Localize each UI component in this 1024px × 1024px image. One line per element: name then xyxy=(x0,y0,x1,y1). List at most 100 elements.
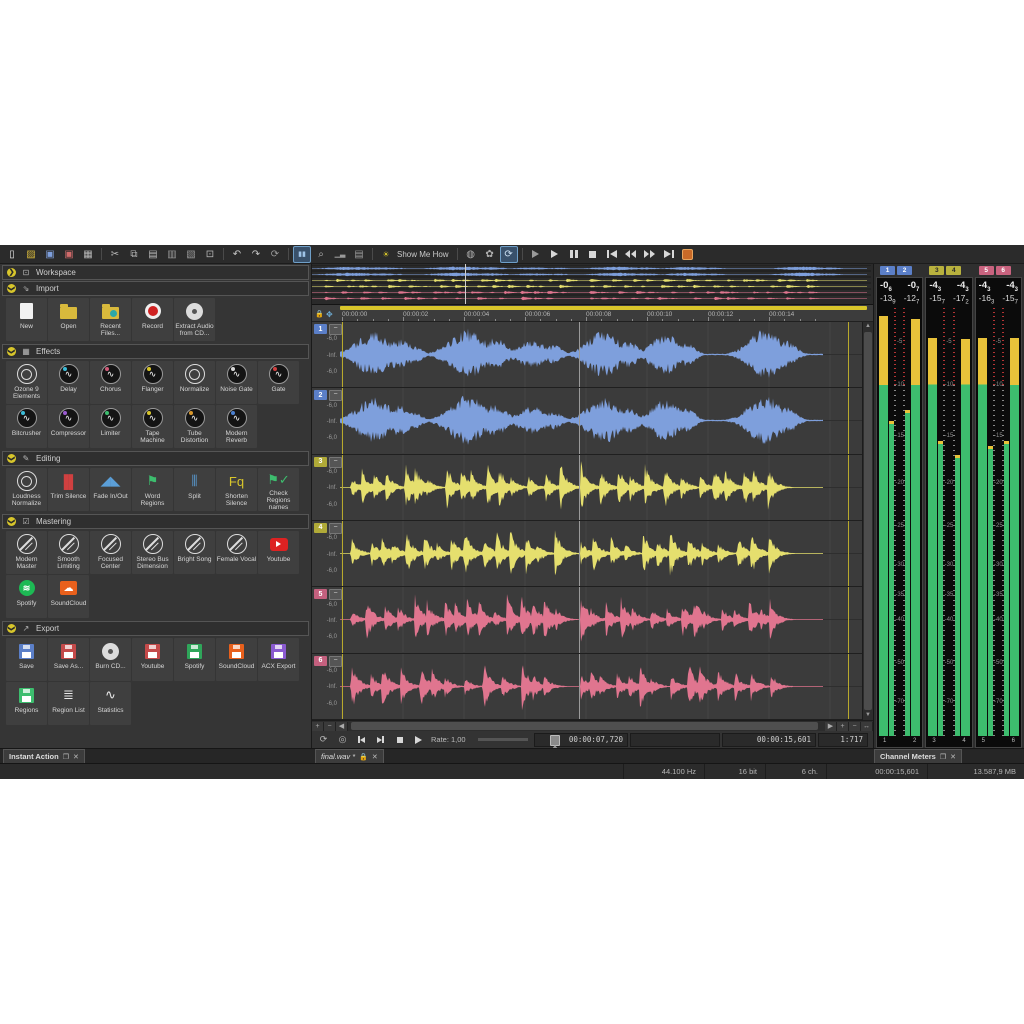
volume-levels-icon[interactable]: ▁▃ xyxy=(331,246,349,263)
action-tile-flanger[interactable]: ∿ Flanger xyxy=(132,361,173,404)
section-header-workspace[interactable]: ❯ ⊡ Workspace xyxy=(2,265,309,280)
zoom-in-2-icon[interactable]: + xyxy=(837,721,849,731)
track-collapse-icon[interactable]: − xyxy=(329,390,342,402)
overview-navigation-bar[interactable] xyxy=(312,264,873,305)
scroll-up-icon[interactable]: ▲ xyxy=(863,322,873,331)
action-tile-limiter[interactable]: ∿ Limiter xyxy=(90,405,131,448)
crop-icon[interactable]: ⊡ xyxy=(201,246,219,263)
chevron-right-icon[interactable]: ❯ xyxy=(7,268,16,277)
waveform[interactable] xyxy=(340,322,862,388)
settings-gear-icon[interactable]: ✿ xyxy=(481,246,499,263)
chevron-down-icon[interactable]: ❮ xyxy=(7,624,16,633)
record-icon[interactable]: ◎ xyxy=(336,734,349,745)
track-collapse-icon[interactable]: − xyxy=(329,522,342,534)
playhead-cursor[interactable] xyxy=(579,388,580,454)
stop-icon[interactable] xyxy=(393,736,406,743)
show-me-how-button[interactable]: Show Me How xyxy=(397,250,449,259)
pan-tool-icon[interactable]: ✥ xyxy=(326,310,333,319)
action-tile-check-regions-names[interactable]: ⚑✓ Check Regions names xyxy=(258,468,299,511)
action-tile-gate[interactable]: ∿ Gate xyxy=(258,361,299,404)
section-header-editing[interactable]: ❮ ✎ Editing xyxy=(2,451,309,466)
stop-icon[interactable] xyxy=(584,246,602,263)
track-collapse-icon[interactable]: − xyxy=(329,456,342,468)
zoom-in-icon[interactable]: + xyxy=(312,721,324,731)
loop-region-bar[interactable] xyxy=(340,306,867,310)
action-tile-chorus[interactable]: ∿ Chorus xyxy=(90,361,131,404)
action-tile-spotify[interactable]: Spotify xyxy=(174,638,215,681)
action-tile-delay[interactable]: ∿ Delay xyxy=(48,361,89,404)
action-tile-loudness-normalize[interactable]: Loudness Normalize xyxy=(6,468,47,511)
channel-tab-4[interactable]: 4 xyxy=(946,266,962,275)
close-icon[interactable]: ✕ xyxy=(950,753,956,761)
cut-icon[interactable]: ✂ xyxy=(106,246,124,263)
audio-track-1[interactable]: -6,0 -Inf. -6,0 1− xyxy=(312,322,862,389)
action-tile-open[interactable]: Open xyxy=(48,298,89,341)
waveform[interactable] xyxy=(340,653,862,719)
time-ruler[interactable]: 🔒 ✥ 00:00:00 00:00:02 00:00:04 00:00:06 00:00:… xyxy=(312,305,873,322)
action-tile-ozone-9-elements[interactable]: Ozone 9 Elements xyxy=(6,361,47,404)
action-tile-save-as[interactable]: Save As... xyxy=(48,638,89,681)
channel-tab-2[interactable]: 2 xyxy=(897,266,912,275)
zoom-selection-icon[interactable]: ⌕ xyxy=(312,246,330,263)
copy-icon[interactable]: ⧉ xyxy=(125,246,143,263)
tab-channel-meters[interactable]: Channel Meters ❐ ✕ xyxy=(874,749,963,763)
undo-icon[interactable]: ↶ xyxy=(228,246,246,263)
waveform[interactable] xyxy=(340,388,862,454)
action-tile-fade-in-out[interactable]: ◢◣ Fade In/Out xyxy=(90,468,131,511)
channel-tab-3[interactable]: 3 xyxy=(929,266,945,275)
action-tile-spotify[interactable]: ≋ Spotify xyxy=(6,575,47,618)
waveform[interactable] xyxy=(340,587,862,653)
track-number-badge[interactable]: 5 xyxy=(314,589,327,600)
action-tile-female-vocal[interactable]: Female Vocal xyxy=(216,531,257,574)
playhead-cursor[interactable] xyxy=(579,454,580,520)
loop-icon[interactable]: ⟳ xyxy=(317,734,330,745)
action-tile-burn-cd[interactable]: Burn CD... xyxy=(90,638,131,681)
go-to-start-icon[interactable] xyxy=(355,736,368,743)
tab-instant-action[interactable]: Instant Action ❐ ✕ xyxy=(3,749,85,763)
horizontal-scrollbar[interactable]: + − ◀ ▶ + − ↔ xyxy=(312,720,873,731)
action-tile-acx-export[interactable]: ACX Export xyxy=(258,638,299,681)
chevron-down-icon[interactable]: ❮ xyxy=(7,347,16,356)
action-tile-soundcloud[interactable]: SoundCloud xyxy=(216,638,257,681)
audio-track-3[interactable]: -6,0 -Inf. -6,0 3− xyxy=(312,454,862,521)
go-to-end-icon[interactable] xyxy=(660,246,678,263)
go-to-start-icon[interactable] xyxy=(603,246,621,263)
action-tile-save[interactable]: Save xyxy=(6,638,47,681)
track-number-badge[interactable]: 6 xyxy=(314,655,327,666)
audio-track-6[interactable]: -6,0 -Inf. -6,0 6− xyxy=(312,653,862,720)
track-collapse-icon[interactable]: − xyxy=(329,655,342,667)
playhead-cursor[interactable] xyxy=(579,653,580,719)
zoom-out-icon[interactable]: − xyxy=(324,721,336,731)
playhead-cursor[interactable] xyxy=(579,520,580,587)
action-tile-modern-master[interactable]: Modern Master xyxy=(6,531,47,574)
action-tile-youtube[interactable]: Youtube xyxy=(132,638,173,681)
channel-tab-6[interactable]: 6 xyxy=(995,266,1011,275)
web-help-icon[interactable]: ◍ xyxy=(462,246,480,263)
section-header-import[interactable]: ❮ ⇘ Import xyxy=(2,281,309,296)
channel-converter-icon[interactable]: ▮▮ xyxy=(293,245,311,263)
forward-icon[interactable] xyxy=(641,246,659,263)
open-icon[interactable]: ▨ xyxy=(22,246,40,263)
action-tile-compressor[interactable]: ∿ Compressor xyxy=(48,405,89,448)
action-tile-statistics[interactable]: ∿ Statistics xyxy=(90,682,131,725)
action-tile-shorten-silence[interactable]: Fq Shorten Silence xyxy=(216,468,257,511)
vertical-scrollbar[interactable]: ▲ ▼ xyxy=(862,322,873,720)
chevron-down-icon[interactable]: ❮ xyxy=(7,284,16,293)
track-number-badge[interactable]: 3 xyxy=(314,456,327,467)
action-tile-trim-silence[interactable]: ▐▌ Trim Silence xyxy=(48,468,89,511)
pause-icon[interactable] xyxy=(565,246,583,263)
save-all-icon[interactable]: ▦ xyxy=(79,246,97,263)
action-tile-record[interactable]: Record xyxy=(132,298,173,341)
audio-track-5[interactable]: -6,0 -Inf. -6,0 5− xyxy=(312,587,862,654)
chevron-down-icon[interactable]: ❮ xyxy=(7,454,16,463)
channel-tab-1[interactable]: 1 xyxy=(880,266,895,275)
action-tile-focused-center[interactable]: Focused Center xyxy=(90,531,131,574)
action-tile-modern-reverb[interactable]: ∿ Modern Reverb xyxy=(216,405,257,448)
overview-cursor[interactable] xyxy=(465,264,466,304)
lock-icon[interactable]: 🔒 xyxy=(315,310,324,318)
waveform[interactable] xyxy=(340,454,862,520)
play-icon[interactable] xyxy=(412,735,425,744)
section-header-mastering[interactable]: ❮ ☑ Mastering xyxy=(2,514,309,529)
action-tile-bright-song[interactable]: Bright Song xyxy=(174,531,215,574)
track-collapse-icon[interactable]: − xyxy=(329,589,342,601)
